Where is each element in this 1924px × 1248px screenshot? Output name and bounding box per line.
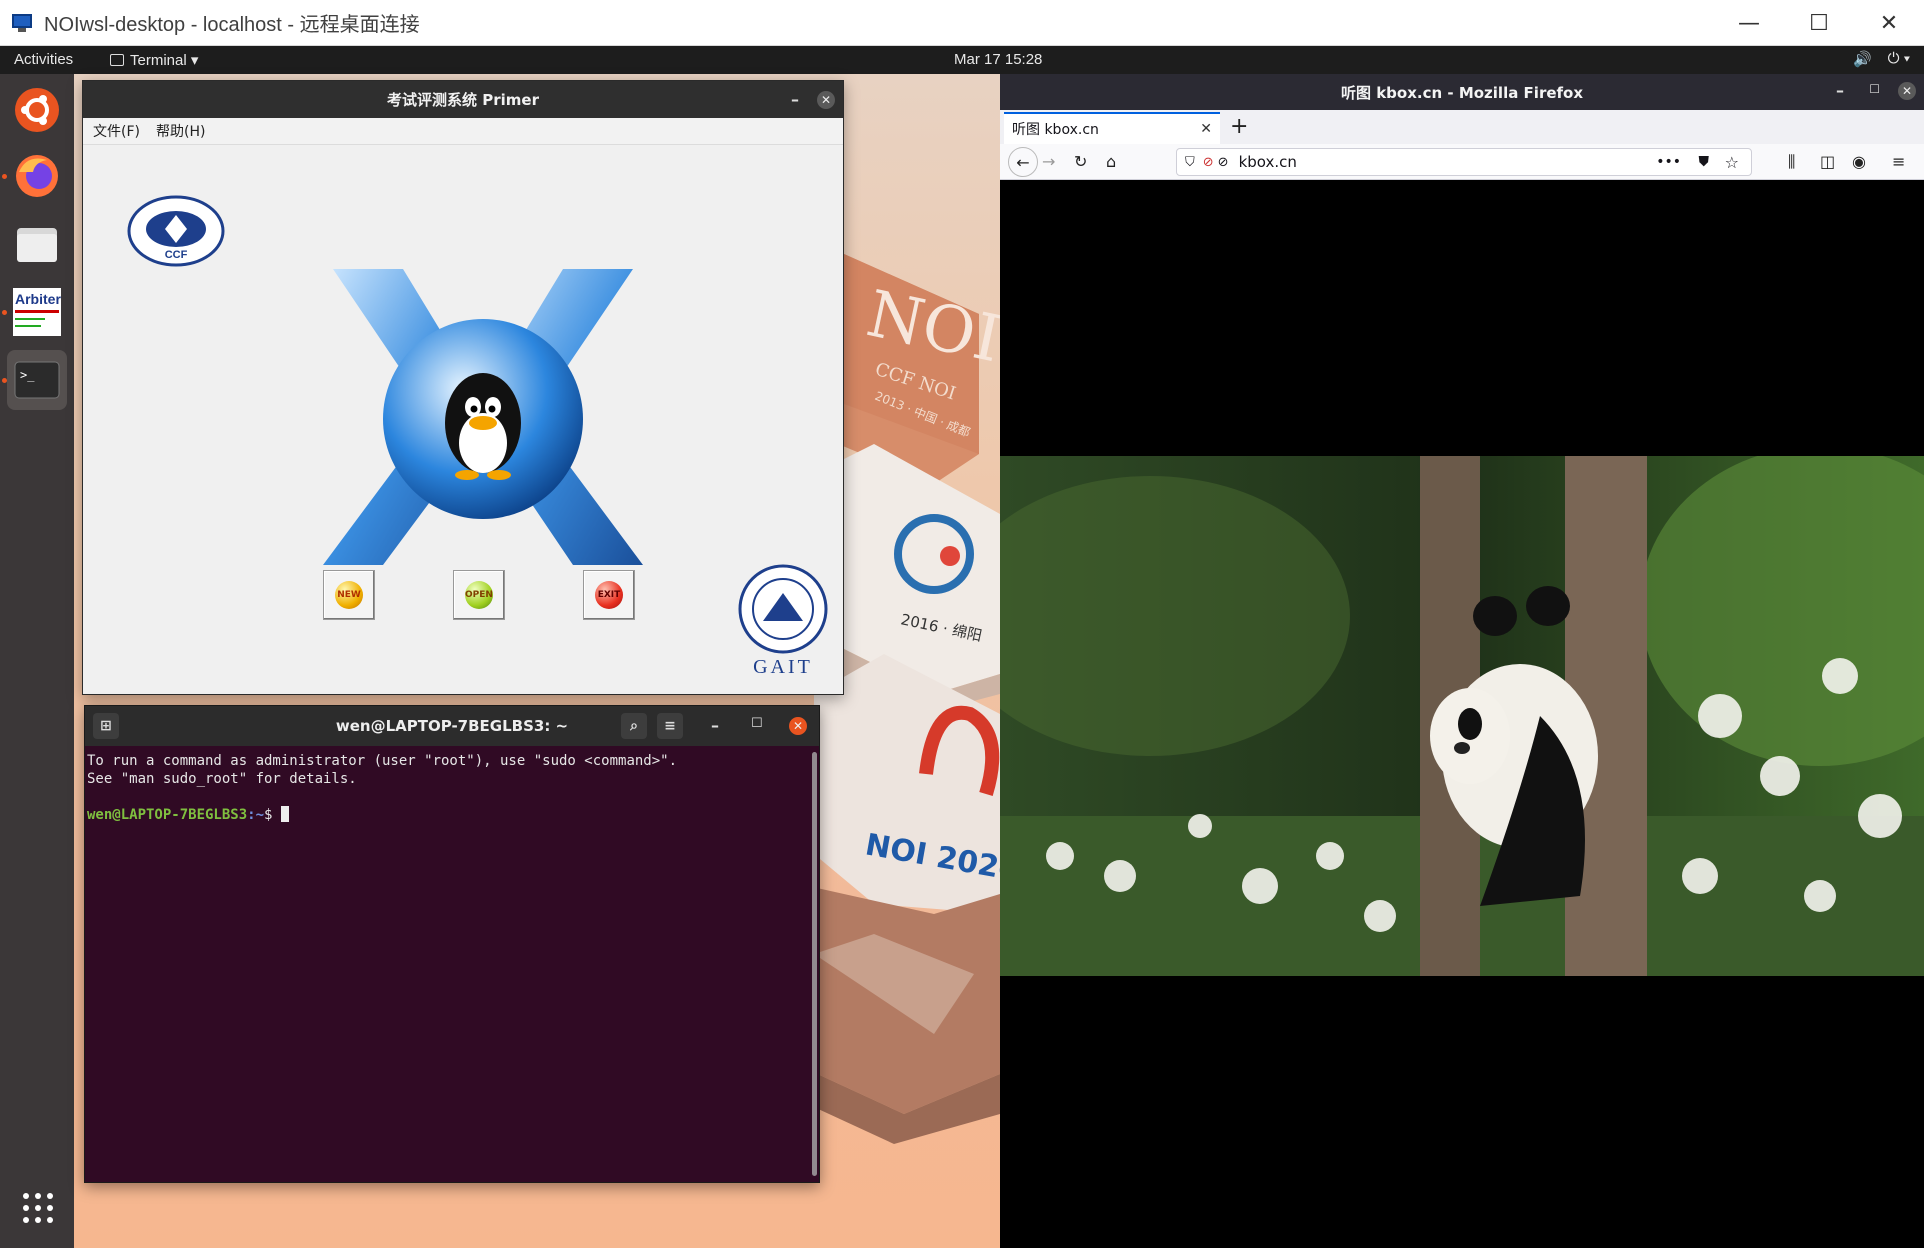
rdp-window-title: NOIwsl-desktop - localhost - 远程桌面连接 — [44, 14, 420, 36]
ubuntu-logo-icon — [15, 88, 59, 132]
x-penguin-logo — [323, 269, 643, 565]
pocket-icon[interactable]: ⛊ — [1699, 154, 1710, 170]
app-menu[interactable]: Terminal ▾ — [110, 51, 198, 69]
system-tray[interactable]: 🔊 ⏻ ▾ — [1853, 50, 1910, 68]
remote-desktop-icon — [12, 12, 36, 34]
dock-firefox[interactable] — [7, 146, 67, 206]
prompt-symbol: $ — [264, 807, 281, 823]
close-button[interactable]: ✕ — [1854, 0, 1924, 46]
hamburger-menu-icon[interactable]: ≡ — [1892, 152, 1905, 171]
text-cursor — [280, 806, 289, 822]
firefox-minimize-button[interactable]: – — [1836, 81, 1844, 100]
terminal-icon — [110, 54, 124, 66]
show-applications-icon[interactable] — [22, 1192, 54, 1228]
rdp-titlebar: NOIwsl-desktop - localhost - 远程桌面连接 — ☐ … — [0, 0, 1924, 46]
dock-ubuntu-software[interactable] — [7, 80, 67, 140]
firefox-maximize-button[interactable]: ☐ — [1869, 82, 1880, 96]
terminal-scrollbar[interactable] — [812, 752, 817, 1176]
terminal-line: To run a command as administrator (user … — [87, 753, 678, 769]
firefox-window: 听图 kbox.cn - Mozilla Firefox – ☐ ✕ 听图 kb… — [1000, 74, 1924, 1248]
prompt-user: wen@LAPTOP-7BEGLBS3 — [87, 807, 248, 823]
app-menu-label: Terminal ▾ — [130, 52, 199, 69]
svg-text:Arbiter: Arbiter — [15, 291, 61, 307]
svg-text:CCF: CCF — [165, 249, 188, 261]
gait-logo: GAIT — [738, 564, 828, 678]
tab-close-icon[interactable]: ✕ — [1200, 121, 1212, 137]
tab-label: 听图 kbox.cn — [1012, 122, 1099, 138]
browser-content — [1000, 184, 1924, 1248]
terminal-icon: >_ — [14, 361, 60, 399]
exit-button-label: EXIT — [595, 581, 623, 609]
dock-files[interactable] — [7, 214, 67, 274]
firefox-icon — [16, 155, 58, 197]
search-icon[interactable]: ⌕ — [621, 713, 647, 739]
power-menu-icon[interactable]: ⏻ ▾ — [1888, 50, 1910, 68]
url-text: kbox.cn — [1238, 153, 1297, 171]
clock[interactable]: Mar 17 15:28 — [954, 51, 1042, 68]
open-button[interactable]: OPEN — [453, 570, 505, 620]
bookmark-star-icon[interactable]: ☆ — [1725, 153, 1739, 172]
shield-icon[interactable]: ⛉ — [1185, 155, 1195, 170]
terminal-window: ⊞ wen@LAPTOP-7BEGLBS3: ~ ⌕ ≡ – ☐ ✕ To ru… — [84, 705, 820, 1183]
back-arrow-icon[interactable]: ← — [1008, 147, 1038, 177]
permissions-icon[interactable]: ⊘ — [1218, 155, 1229, 170]
menu-file[interactable]: 文件(F) — [93, 121, 140, 141]
prompt-path: :~ — [247, 807, 265, 823]
page-actions-icon[interactable]: ••• — [1656, 154, 1681, 170]
new-tab-button[interactable]: + — [1230, 114, 1248, 139]
firefox-close-button[interactable]: ✕ — [1898, 82, 1916, 100]
dock-arbiter[interactable]: Arbiter — [7, 282, 67, 342]
activities-button[interactable]: Activities — [14, 51, 73, 68]
exit-button[interactable]: EXIT — [583, 570, 635, 620]
arbiter-icon: Arbiter — [13, 288, 61, 336]
tab-strip: 听图 kbox.cn ✕ + — [1000, 110, 1924, 144]
svg-text:GAIT: GAIT — [753, 656, 813, 678]
volume-icon[interactable]: 🔊 — [1853, 50, 1872, 68]
primer-minimize-button[interactable]: – — [791, 90, 799, 109]
new-button[interactable]: NEW — [323, 570, 375, 620]
maximize-button[interactable]: ☐ — [1784, 0, 1854, 46]
library-icon[interactable]: ⫼ — [1788, 152, 1795, 172]
home-icon[interactable]: ⌂ — [1106, 152, 1116, 171]
terminal-maximize-button[interactable]: ☐ — [751, 716, 763, 731]
dock-terminal[interactable]: >_ — [7, 350, 67, 410]
menu-help[interactable]: 帮助(H) — [156, 121, 205, 141]
svg-text:>_: >_ — [20, 368, 35, 382]
terminal-prompt-line: wen@LAPTOP-7BEGLBS3:~$ — [87, 806, 817, 824]
primer-body: CCF NEW OPEN EXIT GAIT — [83, 145, 843, 694]
running-indicator — [2, 378, 7, 383]
primer-title: 考试评测系统 Primer — [387, 91, 539, 109]
insecure-lock-icon[interactable]: ⊘ — [1203, 155, 1214, 170]
ccf-logo: CCF — [127, 195, 225, 267]
folder-icon — [17, 228, 57, 262]
terminal-minimize-button[interactable]: – — [711, 716, 719, 735]
terminal-titlebar[interactable]: ⊞ wen@LAPTOP-7BEGLBS3: ~ ⌕ ≡ – ☐ ✕ — [85, 706, 819, 746]
sidebar-icon[interactable]: ◫ — [1820, 152, 1835, 171]
terminal-line: See "man sudo_root" for details. — [87, 771, 357, 787]
panda-photo — [1000, 456, 1924, 976]
gnome-top-panel: Activities Terminal ▾ Mar 17 15:28 🔊 ⏻ ▾ — [0, 46, 1924, 74]
new-button-label: NEW — [335, 581, 363, 609]
terminal-close-button[interactable]: ✕ — [789, 717, 807, 735]
ubuntu-dock: Arbiter >_ — [0, 74, 74, 1248]
new-tab-icon[interactable]: ⊞ — [93, 713, 119, 739]
primer-titlebar[interactable]: 考试评测系统 Primer – ✕ — [83, 81, 843, 118]
running-indicator — [2, 310, 7, 315]
primer-window: 考试评测系统 Primer – ✕ 文件(F) 帮助(H) CCF NEW OP… — [82, 80, 844, 695]
firefox-titlebar[interactable]: 听图 kbox.cn - Mozilla Firefox – ☐ ✕ — [1000, 74, 1924, 110]
firefox-title: 听图 kbox.cn - Mozilla Firefox — [1340, 83, 1584, 102]
minimize-button[interactable]: — — [1714, 0, 1784, 46]
terminal-title: wen@LAPTOP-7BEGLBS3: ~ — [335, 717, 569, 735]
forward-arrow-icon[interactable]: → — [1042, 152, 1055, 171]
reload-icon[interactable]: ↻ — [1074, 152, 1087, 171]
hamburger-menu-icon[interactable]: ≡ — [657, 713, 683, 739]
navigation-toolbar: ← → ↻ ⌂ ⛉ ⊘ ⊘ kbox.cn ••• ⛊ ☆ ⫼ ◫ ◉ ≡ — [1000, 144, 1924, 180]
account-icon[interactable]: ◉ — [1852, 152, 1866, 171]
url-bar[interactable]: ⛉ ⊘ ⊘ kbox.cn ••• ⛊ ☆ — [1176, 148, 1752, 176]
primer-close-button[interactable]: ✕ — [817, 90, 835, 109]
primer-menubar: 文件(F) 帮助(H) — [83, 118, 843, 145]
tab-kbox[interactable]: 听图 kbox.cn ✕ — [1004, 112, 1220, 144]
open-button-label: OPEN — [465, 581, 493, 609]
terminal-output[interactable]: To run a command as administrator (user … — [85, 746, 819, 830]
